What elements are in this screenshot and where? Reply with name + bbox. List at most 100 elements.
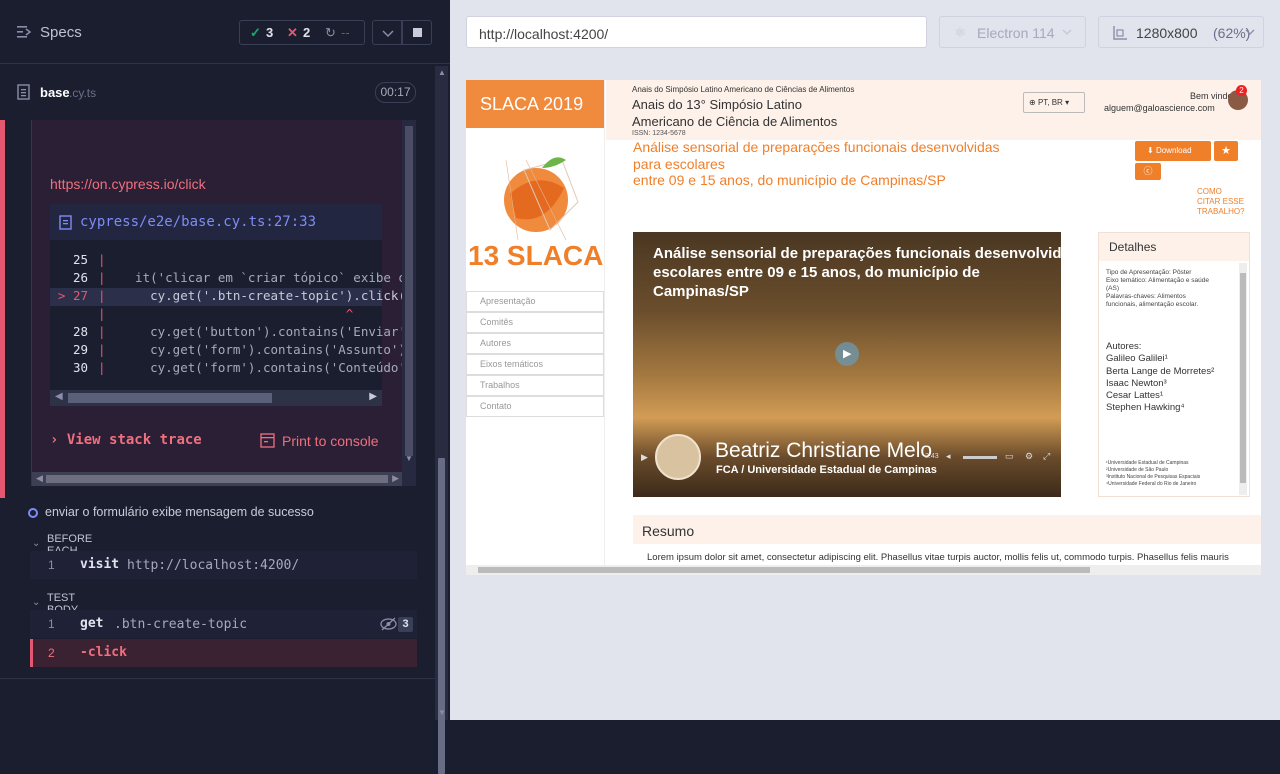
command-row[interactable]: 1 visit http://localhost:4200/ bbox=[30, 551, 417, 579]
scroll-down-icon[interactable]: ▼ bbox=[405, 454, 413, 463]
authors-list: Autores: Galileo Galilei¹ Berta Lange de M… bbox=[1106, 341, 1215, 414]
before-each-hook[interactable]: ⌄ BEFORE EACH bbox=[32, 533, 92, 557]
stop-icon bbox=[413, 28, 422, 37]
code-line: 29 | cy.get('form').contains('Assunto') bbox=[72, 342, 406, 357]
specs-menu-icon[interactable] bbox=[17, 25, 32, 39]
code-frame-header[interactable]: cypress/e2e/base.cy.ts:27:33 bbox=[50, 204, 382, 240]
scroll-right-icon[interactable]: ▶ bbox=[369, 391, 377, 402]
stop-button[interactable] bbox=[402, 20, 432, 45]
fullscreen-icon[interactable]: ⤢ bbox=[1043, 451, 1050, 462]
scroll-left-icon[interactable]: ◀ bbox=[55, 391, 63, 402]
user-email: alguem@galoascience.com bbox=[1104, 103, 1215, 113]
view-stack-trace-button[interactable]: › View stack trace bbox=[50, 432, 202, 448]
play-icon: ▶ bbox=[843, 348, 852, 360]
code-frame: cypress/e2e/base.cy.ts:27:33 25 | 26 | it(… bbox=[50, 204, 406, 406]
test-title-row[interactable]: enviar o formulário exibe mensagem de su… bbox=[28, 505, 428, 523]
play-button[interactable]: ▶ bbox=[835, 342, 859, 366]
scroll-thumb[interactable] bbox=[46, 475, 388, 483]
runner-header: Specs ✓ 3 ✕ 2 ↻ -- bbox=[0, 0, 450, 64]
divider bbox=[0, 678, 435, 679]
command-row-failed[interactable]: 2 -click bbox=[30, 639, 417, 667]
speaker-name: Beatriz Christiane Melo bbox=[715, 439, 933, 462]
app-under-test: SLACA 2019 13 SLACA Apresentação Comitês… bbox=[466, 80, 1261, 575]
menu-item-comites[interactable]: Comitês bbox=[466, 312, 604, 333]
video-play-icon[interactable]: ▶ bbox=[641, 452, 648, 463]
captions-icon[interactable]: ▭ bbox=[1005, 451, 1014, 462]
check-icon: ✓ bbox=[250, 25, 261, 40]
docs-link[interactable]: https://on.cypress.io/click bbox=[50, 176, 206, 192]
scroll-right-icon[interactable]: ▶ bbox=[392, 473, 399, 484]
viewport-selector[interactable]: 1280x800 (62%) bbox=[1098, 16, 1264, 48]
volume-icon[interactable]: ◂ bbox=[946, 451, 951, 462]
menu-item-apresentacao[interactable]: Apresentação bbox=[466, 291, 604, 312]
panel-horizontal-scrollbar[interactable]: ◀ ▶ bbox=[32, 472, 403, 486]
chevron-down-icon: ⌄ bbox=[32, 538, 41, 549]
menu-item-autores[interactable]: Autores bbox=[466, 333, 604, 354]
passed-count: 3 bbox=[266, 25, 274, 40]
command-row[interactable]: 1 get .btn-create-topic 3 bbox=[30, 610, 417, 638]
language-selector[interactable]: ⊕ PT, BR ▾ bbox=[1023, 92, 1085, 113]
browser-selector[interactable]: ⚛ Electron 114 bbox=[939, 16, 1086, 48]
affiliations: ¹Universidade Estadual de Campinas ²Unive… bbox=[1106, 460, 1201, 487]
scroll-thumb[interactable] bbox=[405, 126, 413, 456]
dropdown-button[interactable] bbox=[372, 20, 402, 45]
details-scrollbar[interactable] bbox=[1239, 263, 1247, 495]
spec-file-row[interactable]: base .cy.ts bbox=[0, 77, 430, 107]
scroll-thumb[interactable] bbox=[438, 458, 445, 774]
scroll-thumb[interactable] bbox=[68, 393, 272, 403]
paper-title-2: para escolares bbox=[633, 156, 725, 172]
scroll-up-icon[interactable]: ▲ bbox=[438, 68, 446, 77]
aut-horizontal-scrollbar[interactable] bbox=[466, 565, 1261, 575]
paper-title-1: Análise sensorial de preparações funcion… bbox=[633, 139, 1000, 155]
video-player[interactable]: Análise sensorial de preparações funcion… bbox=[633, 232, 1092, 497]
caret-down-icon: ▾ bbox=[1065, 98, 1070, 107]
specs-label[interactable]: Specs bbox=[40, 24, 82, 41]
cite-link[interactable]: COMO CITAR ESSE TRABALHO? bbox=[1197, 187, 1245, 217]
browser-preview: http://localhost:4200/ ⚛ Electron 114 12… bbox=[450, 0, 1280, 720]
scroll-thumb[interactable] bbox=[1240, 273, 1246, 483]
proceedings-small: Anais do Simpósio Latino Americano de Ci… bbox=[632, 85, 855, 94]
command-log-scrollbar[interactable]: ▲ ▼ bbox=[435, 66, 448, 774]
volume-slider[interactable] bbox=[963, 456, 997, 459]
chevron-right-icon: › bbox=[50, 432, 59, 448]
video-time: 2:43 bbox=[925, 453, 939, 460]
test-title: enviar o formulário exibe mensagem de su… bbox=[45, 505, 314, 519]
video-title-3: Campinas/SP bbox=[653, 283, 749, 300]
scroll-down-icon[interactable]: ▼ bbox=[438, 708, 446, 717]
details-meta: Tipo de Apresentação: Pôster Eixo temátic… bbox=[1106, 269, 1209, 308]
failed-stripe bbox=[0, 120, 5, 498]
code-frame-path: cypress/e2e/base.cy.ts:27:33 bbox=[80, 214, 317, 230]
cc-license-icon[interactable]: ⓒ bbox=[1135, 163, 1161, 180]
pending-icon: ↻ bbox=[325, 25, 336, 40]
chevron-down-icon: ⌄ bbox=[32, 597, 41, 608]
globe-icon: ⊕ bbox=[1029, 98, 1036, 107]
pending-circle-icon bbox=[28, 508, 38, 518]
download-icon: ⬇ bbox=[1147, 146, 1154, 155]
error-container: https://on.cypress.io/click cypress/e2e/… bbox=[0, 120, 416, 498]
code-horizontal-scrollbar[interactable]: ◀ ▶ bbox=[50, 390, 382, 406]
ruler-icon bbox=[1113, 26, 1127, 40]
url-bar[interactable]: http://localhost:4200/ bbox=[466, 16, 927, 48]
resumo-title: Resumo bbox=[642, 523, 695, 539]
scroll-left-icon[interactable]: ◀ bbox=[36, 473, 43, 484]
spec-file-name: base bbox=[40, 85, 70, 100]
menu-item-eixos[interactable]: Eixos temáticos bbox=[466, 354, 604, 375]
menu-item-contato[interactable]: Contato bbox=[466, 396, 604, 417]
pending-count: -- bbox=[341, 25, 350, 40]
download-button[interactable]: ⬇ Download bbox=[1135, 141, 1211, 161]
failed-count: 2 bbox=[303, 25, 311, 40]
sidebar-divider bbox=[604, 80, 605, 575]
menu-item-trabalhos[interactable]: Trabalhos bbox=[466, 375, 604, 396]
scroll-thumb[interactable] bbox=[478, 567, 1090, 573]
details-title: Detalhes bbox=[1099, 233, 1249, 261]
favorite-star-icon[interactable]: ★ bbox=[1214, 141, 1238, 161]
eye-slash-icon bbox=[380, 617, 397, 631]
test-body-hook[interactable]: ⌄ TEST BODY bbox=[32, 592, 78, 616]
code-line: 28 | cy.get('button').contains('Enviar' bbox=[72, 324, 406, 339]
settings-icon[interactable]: ⚙ bbox=[1025, 451, 1033, 462]
spec-file-ext: .cy.ts bbox=[69, 86, 97, 100]
error-vertical-scrollbar[interactable]: ▼ bbox=[402, 120, 416, 486]
chevron-down-icon bbox=[382, 30, 394, 38]
electron-icon: ⚛ bbox=[954, 24, 967, 40]
element-count-badge: 3 bbox=[398, 617, 413, 632]
